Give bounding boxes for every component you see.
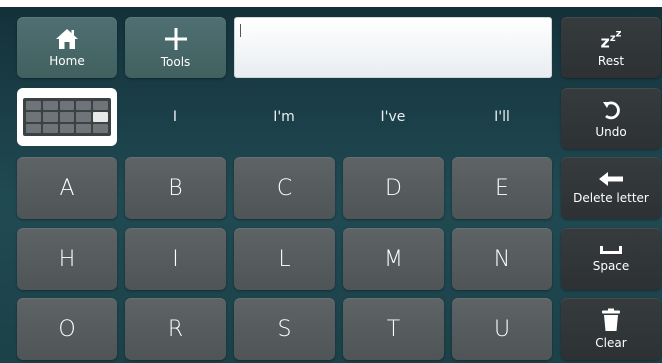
clear-label: Clear [595,336,627,350]
letter-key-u[interactable]: U [452,298,552,360]
home-button[interactable]: Home [17,17,117,78]
keyboard-icon [23,98,111,136]
prediction-2[interactable]: I'm [234,88,334,146]
prediction-3[interactable]: I've [343,88,443,146]
rest-button[interactable]: zzz Rest [561,17,661,78]
tools-label: Tools [160,54,191,69]
letter-key-t[interactable]: T [343,298,444,360]
letter-key-r[interactable]: R [125,298,226,360]
letter-key-d[interactable]: D [343,157,444,219]
letter-key-b[interactable]: B [125,157,226,219]
space-label: Space [592,259,630,273]
space-icon [600,246,622,254]
clear-button[interactable]: Clear [561,298,661,360]
letter-key-n[interactable]: N [452,228,552,290]
prediction-1[interactable]: I [125,88,225,146]
letter-key-o[interactable]: O [17,298,117,360]
home-icon [56,28,78,49]
prediction-4[interactable]: I'll [452,88,552,146]
space-button[interactable]: Space [561,228,661,290]
arrow-left-icon [599,172,623,186]
letter-key-c[interactable]: C [234,157,335,219]
trash-icon [602,308,620,331]
rest-label: Rest [597,54,625,69]
delete-letter-button[interactable]: Delete letter [561,157,661,219]
top-border [0,0,662,7]
undo-label: Undo [595,124,627,139]
zzz-icon: zzz [600,28,622,52]
tools-button[interactable]: Tools [125,17,226,78]
letter-key-l[interactable]: L [234,228,335,290]
keyboard-layout-button[interactable] [17,88,117,146]
letter-key-s[interactable]: S [234,298,335,360]
home-label: Home [49,53,85,68]
letter-key-h[interactable]: H [17,228,117,290]
undo-button[interactable]: Undo [561,88,661,149]
undo-icon [603,100,620,119]
letter-key-i[interactable]: I [125,228,226,290]
plus-icon [164,27,187,50]
letter-key-a[interactable]: A [17,157,117,219]
letter-key-e[interactable]: E [452,157,552,219]
letter-key-m[interactable]: M [343,228,444,290]
delete-letter-label: Delete letter [573,191,649,205]
text-caret [240,24,241,37]
message-text-field[interactable] [234,17,552,78]
